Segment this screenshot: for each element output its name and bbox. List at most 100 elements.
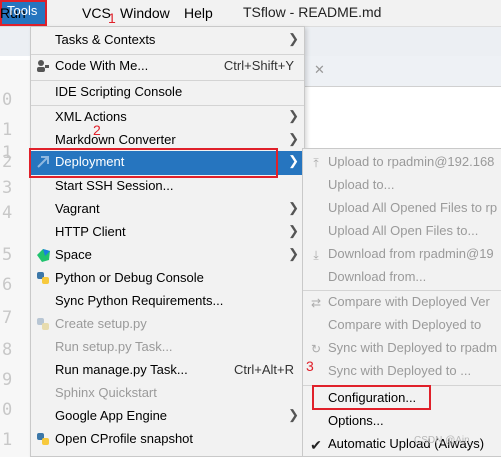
- menu-item-sphinx-quickstart[interactable]: Sphinx Quickstart: [31, 382, 304, 405]
- tools-menu: Tasks & Contexts ❯ Code With Me... Ctrl+…: [29, 26, 305, 457]
- menu-item-label: Start SSH Session...: [55, 178, 174, 193]
- menu-tools-label: Tools: [7, 3, 38, 18]
- line-number: 3: [2, 178, 13, 198]
- close-tab-icon[interactable]: ✕: [314, 62, 325, 78]
- menu-item-space[interactable]: Space ❯: [31, 244, 304, 267]
- line-number: 1: [2, 430, 13, 450]
- menu-item-run-setup-py-task[interactable]: Run setup.py Task...: [31, 336, 304, 359]
- line-gutter: 0 1 1 2 3 4 5 6 7 8 9 0 1: [0, 60, 30, 457]
- line-number: 4: [2, 203, 13, 223]
- menu-item-ide-scripting-console[interactable]: IDE Scripting Console: [31, 81, 304, 104]
- submenu-item-upload-to[interactable]: Upload to...: [303, 174, 501, 197]
- highlight-box-deployment: [29, 148, 278, 178]
- chevron-right-icon: ❯: [288, 131, 299, 146]
- menu-item-shortcut: Ctrl+Alt+R: [234, 362, 294, 377]
- chevron-right-icon: ❯: [288, 31, 299, 46]
- submenu-item-compare-deployed-to[interactable]: Compare with Deployed to: [303, 314, 501, 337]
- menu-item-label: Run setup.py Task...: [55, 339, 173, 354]
- compare-icon: ⇄: [310, 296, 322, 310]
- submenu-item-label: Download from rpadmin@19: [328, 246, 494, 261]
- menu-item-open-cprofile-snapshot[interactable]: Open CProfile snapshot: [31, 428, 304, 451]
- chevron-right-icon: ❯: [288, 407, 299, 422]
- menu-item-create-setup-py[interactable]: Create setup.py: [31, 313, 304, 336]
- submenu-item-options[interactable]: Options...: [303, 410, 501, 433]
- submenu-item-download-from[interactable]: Download from...: [303, 266, 501, 289]
- python-icon: [35, 271, 51, 287]
- highlight-box-configuration: [312, 385, 431, 410]
- menu-vcs[interactable]: VCS: [82, 4, 111, 22]
- sync-icon: ↻: [310, 342, 322, 356]
- submenu-item-label: Compare with Deployed Ver: [328, 294, 490, 309]
- submenu-item-download-from-server[interactable]: ⤓ Download from rpadmin@19: [303, 243, 501, 266]
- watermark: CSDN @Ain...: [414, 435, 479, 446]
- menu-item-http-client[interactable]: HTTP Client ❯: [31, 221, 304, 244]
- menu-item-label: Code With Me...: [55, 58, 149, 73]
- menu-item-label: Sync Python Requirements...: [55, 293, 224, 308]
- submenu-item-label: Upload All Open Files to...: [328, 223, 479, 238]
- submenu-item-label: Upload to rpadmin@192.168: [328, 154, 495, 169]
- submenu-item-label: Upload All Opened Files to rp: [328, 200, 498, 215]
- menu-item-sync-python-requirements[interactable]: Sync Python Requirements...: [31, 290, 304, 313]
- menu-item-label: XML Actions: [55, 109, 127, 124]
- chevron-right-icon: ❯: [288, 246, 299, 261]
- menu-item-google-app-engine[interactable]: Google App Engine ❯: [31, 405, 304, 428]
- menu-item-shortcut: Ctrl+Shift+Y: [223, 58, 294, 73]
- upload-icon: ⤒: [313, 156, 319, 170]
- menu-item-label: Create setup.py: [55, 316, 147, 331]
- line-number: 0: [2, 400, 13, 420]
- menu-item-tasks-contexts[interactable]: Tasks & Contexts ❯: [31, 29, 304, 52]
- menu-item-label: IDE Scripting Console: [55, 84, 183, 99]
- menu-item-label: Markdown Converter: [55, 132, 176, 147]
- menu-item-xml-actions[interactable]: XML Actions ❯: [31, 106, 304, 129]
- submenu-item-sync-deployed-to[interactable]: Sync with Deployed to ...: [303, 360, 501, 383]
- menu-item-python-debug-console[interactable]: Python or Debug Console: [31, 267, 304, 290]
- person-icon: [35, 59, 51, 75]
- download-icon: ⤓: [313, 248, 319, 262]
- menu-item-label: Tasks & Contexts: [55, 32, 156, 47]
- line-number: 1: [2, 120, 13, 140]
- line-number: 0: [2, 90, 13, 110]
- line-number: 9: [2, 370, 13, 390]
- submenu-item-sync-deployed-server[interactable]: ↻ Sync with Deployed to rpadm: [303, 337, 501, 360]
- deployment-submenu: ⤒ Upload to rpadmin@192.168 Upload to...…: [302, 148, 501, 457]
- menu-help[interactable]: Help: [184, 4, 213, 22]
- menu-item-label: Space: [55, 247, 92, 262]
- line-number: 8: [2, 340, 13, 360]
- menu-item-label: Vagrant: [55, 201, 100, 216]
- line-number: 2: [2, 152, 13, 172]
- line-number: 5: [2, 245, 13, 265]
- menu-item-start-ssh-session[interactable]: Start SSH Session...: [31, 175, 304, 198]
- submenu-item-compare-deployed-version[interactable]: ⇄ Compare with Deployed Ver: [303, 291, 501, 314]
- chevron-right-icon: ❯: [288, 200, 299, 215]
- submenu-item-label: Compare with Deployed to: [328, 317, 482, 332]
- menu-item-label: HTTP Client: [55, 224, 126, 239]
- window-title: TSflow - README.md: [243, 4, 382, 20]
- menu-item-label: Run manage.py Task...: [55, 362, 188, 377]
- submenu-item-label: Sync with Deployed to ...: [328, 363, 472, 378]
- chevron-right-icon: ❯: [288, 153, 299, 168]
- line-number: 7: [2, 308, 13, 328]
- submenu-item-label: Upload to...: [328, 177, 395, 192]
- menu-item-label: Python or Debug Console: [55, 270, 204, 285]
- menu-item-label: Open CProfile snapshot: [55, 431, 194, 446]
- menu-item-run-manage-py-task[interactable]: Run manage.py Task... Ctrl+Alt+R: [31, 359, 304, 382]
- menu-item-vagrant[interactable]: Vagrant ❯: [31, 198, 304, 221]
- menu-item-code-with-me[interactable]: Code With Me... Ctrl+Shift+Y: [31, 55, 304, 78]
- chevron-right-icon: ❯: [288, 108, 299, 123]
- python-icon: [35, 432, 51, 448]
- submenu-item-label: Download from...: [328, 269, 427, 284]
- menu-window[interactable]: Window: [120, 4, 170, 22]
- annotation-3: 3: [306, 358, 314, 374]
- line-number: 6: [2, 275, 13, 295]
- menu-tools[interactable]: Tools: [0, 0, 47, 26]
- submenu-item-upload-all-open-files[interactable]: Upload All Open Files to...: [303, 220, 501, 243]
- submenu-item-upload-to-server[interactable]: ⤒ Upload to rpadmin@192.168: [303, 151, 501, 174]
- menu-item-label: Google App Engine: [55, 408, 168, 423]
- menu-bar: Run Tools 1 VCS Window Help TSflow - REA…: [0, 0, 501, 27]
- annotation-2: 2: [93, 122, 101, 138]
- submenu-item-upload-all-opened[interactable]: Upload All Opened Files to rp: [303, 197, 501, 220]
- menu-item-label: Sphinx Quickstart: [55, 385, 157, 400]
- submenu-item-label: Sync with Deployed to rpadm: [328, 340, 498, 355]
- submenu-item-label: Options...: [328, 413, 384, 428]
- space-icon: [35, 248, 51, 264]
